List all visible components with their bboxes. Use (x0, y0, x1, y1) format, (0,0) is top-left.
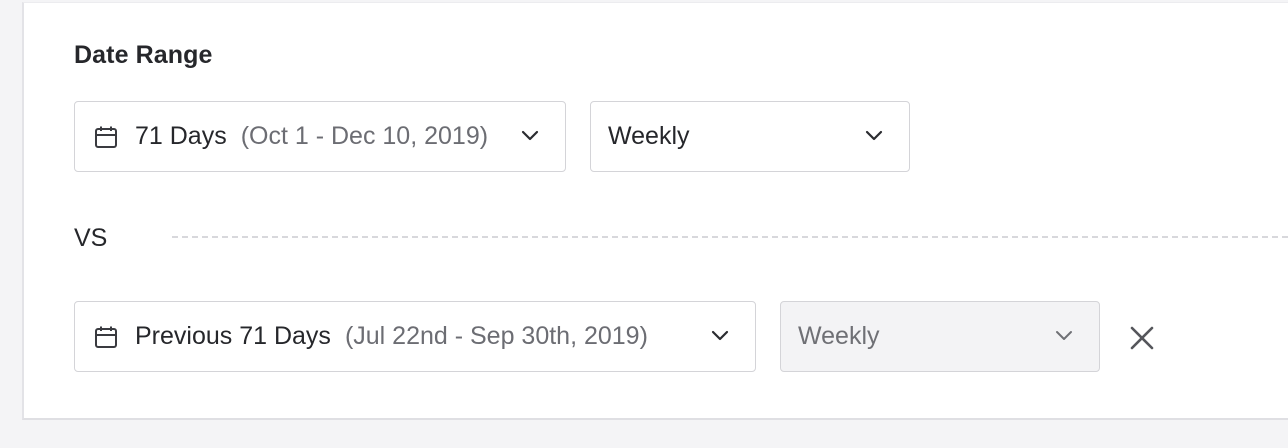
chevron-down-icon (711, 330, 729, 341)
vs-label: VS (74, 224, 108, 252)
calendar-icon (95, 126, 117, 148)
chevron-down-icon (521, 130, 539, 141)
date-range-dropdown[interactable]: 71 Days (Oct 1 - Dec 10, 2019) (74, 101, 566, 172)
interval-dropdown[interactable]: Weekly (590, 101, 910, 172)
dashed-divider (172, 236, 1288, 238)
compare-range-label: Previous 71 Days (135, 322, 331, 350)
chevron-down-icon (1056, 331, 1072, 340)
section-title: Date Range (74, 41, 213, 69)
date-range-dates: (Oct 1 - Dec 10, 2019) (240, 122, 489, 150)
date-range-panel: Date Range 71 Days (Oct 1 - Dec 10, 2019… (22, 2, 1288, 420)
calendar-icon (95, 326, 117, 348)
compare-interval-value: Weekly (798, 322, 880, 350)
compare-date-range-dropdown[interactable]: Previous 71 Days (Jul 22nd - Sep 30th, 2… (74, 301, 756, 372)
compare-interval-dropdown: Weekly (780, 301, 1100, 372)
date-range-label: 71 Days (135, 122, 227, 150)
interval-value: Weekly (608, 122, 690, 150)
close-icon[interactable] (1128, 324, 1156, 352)
chevron-down-icon (865, 130, 883, 141)
compare-range-dates: (Jul 22nd - Sep 30th, 2019) (344, 322, 648, 350)
